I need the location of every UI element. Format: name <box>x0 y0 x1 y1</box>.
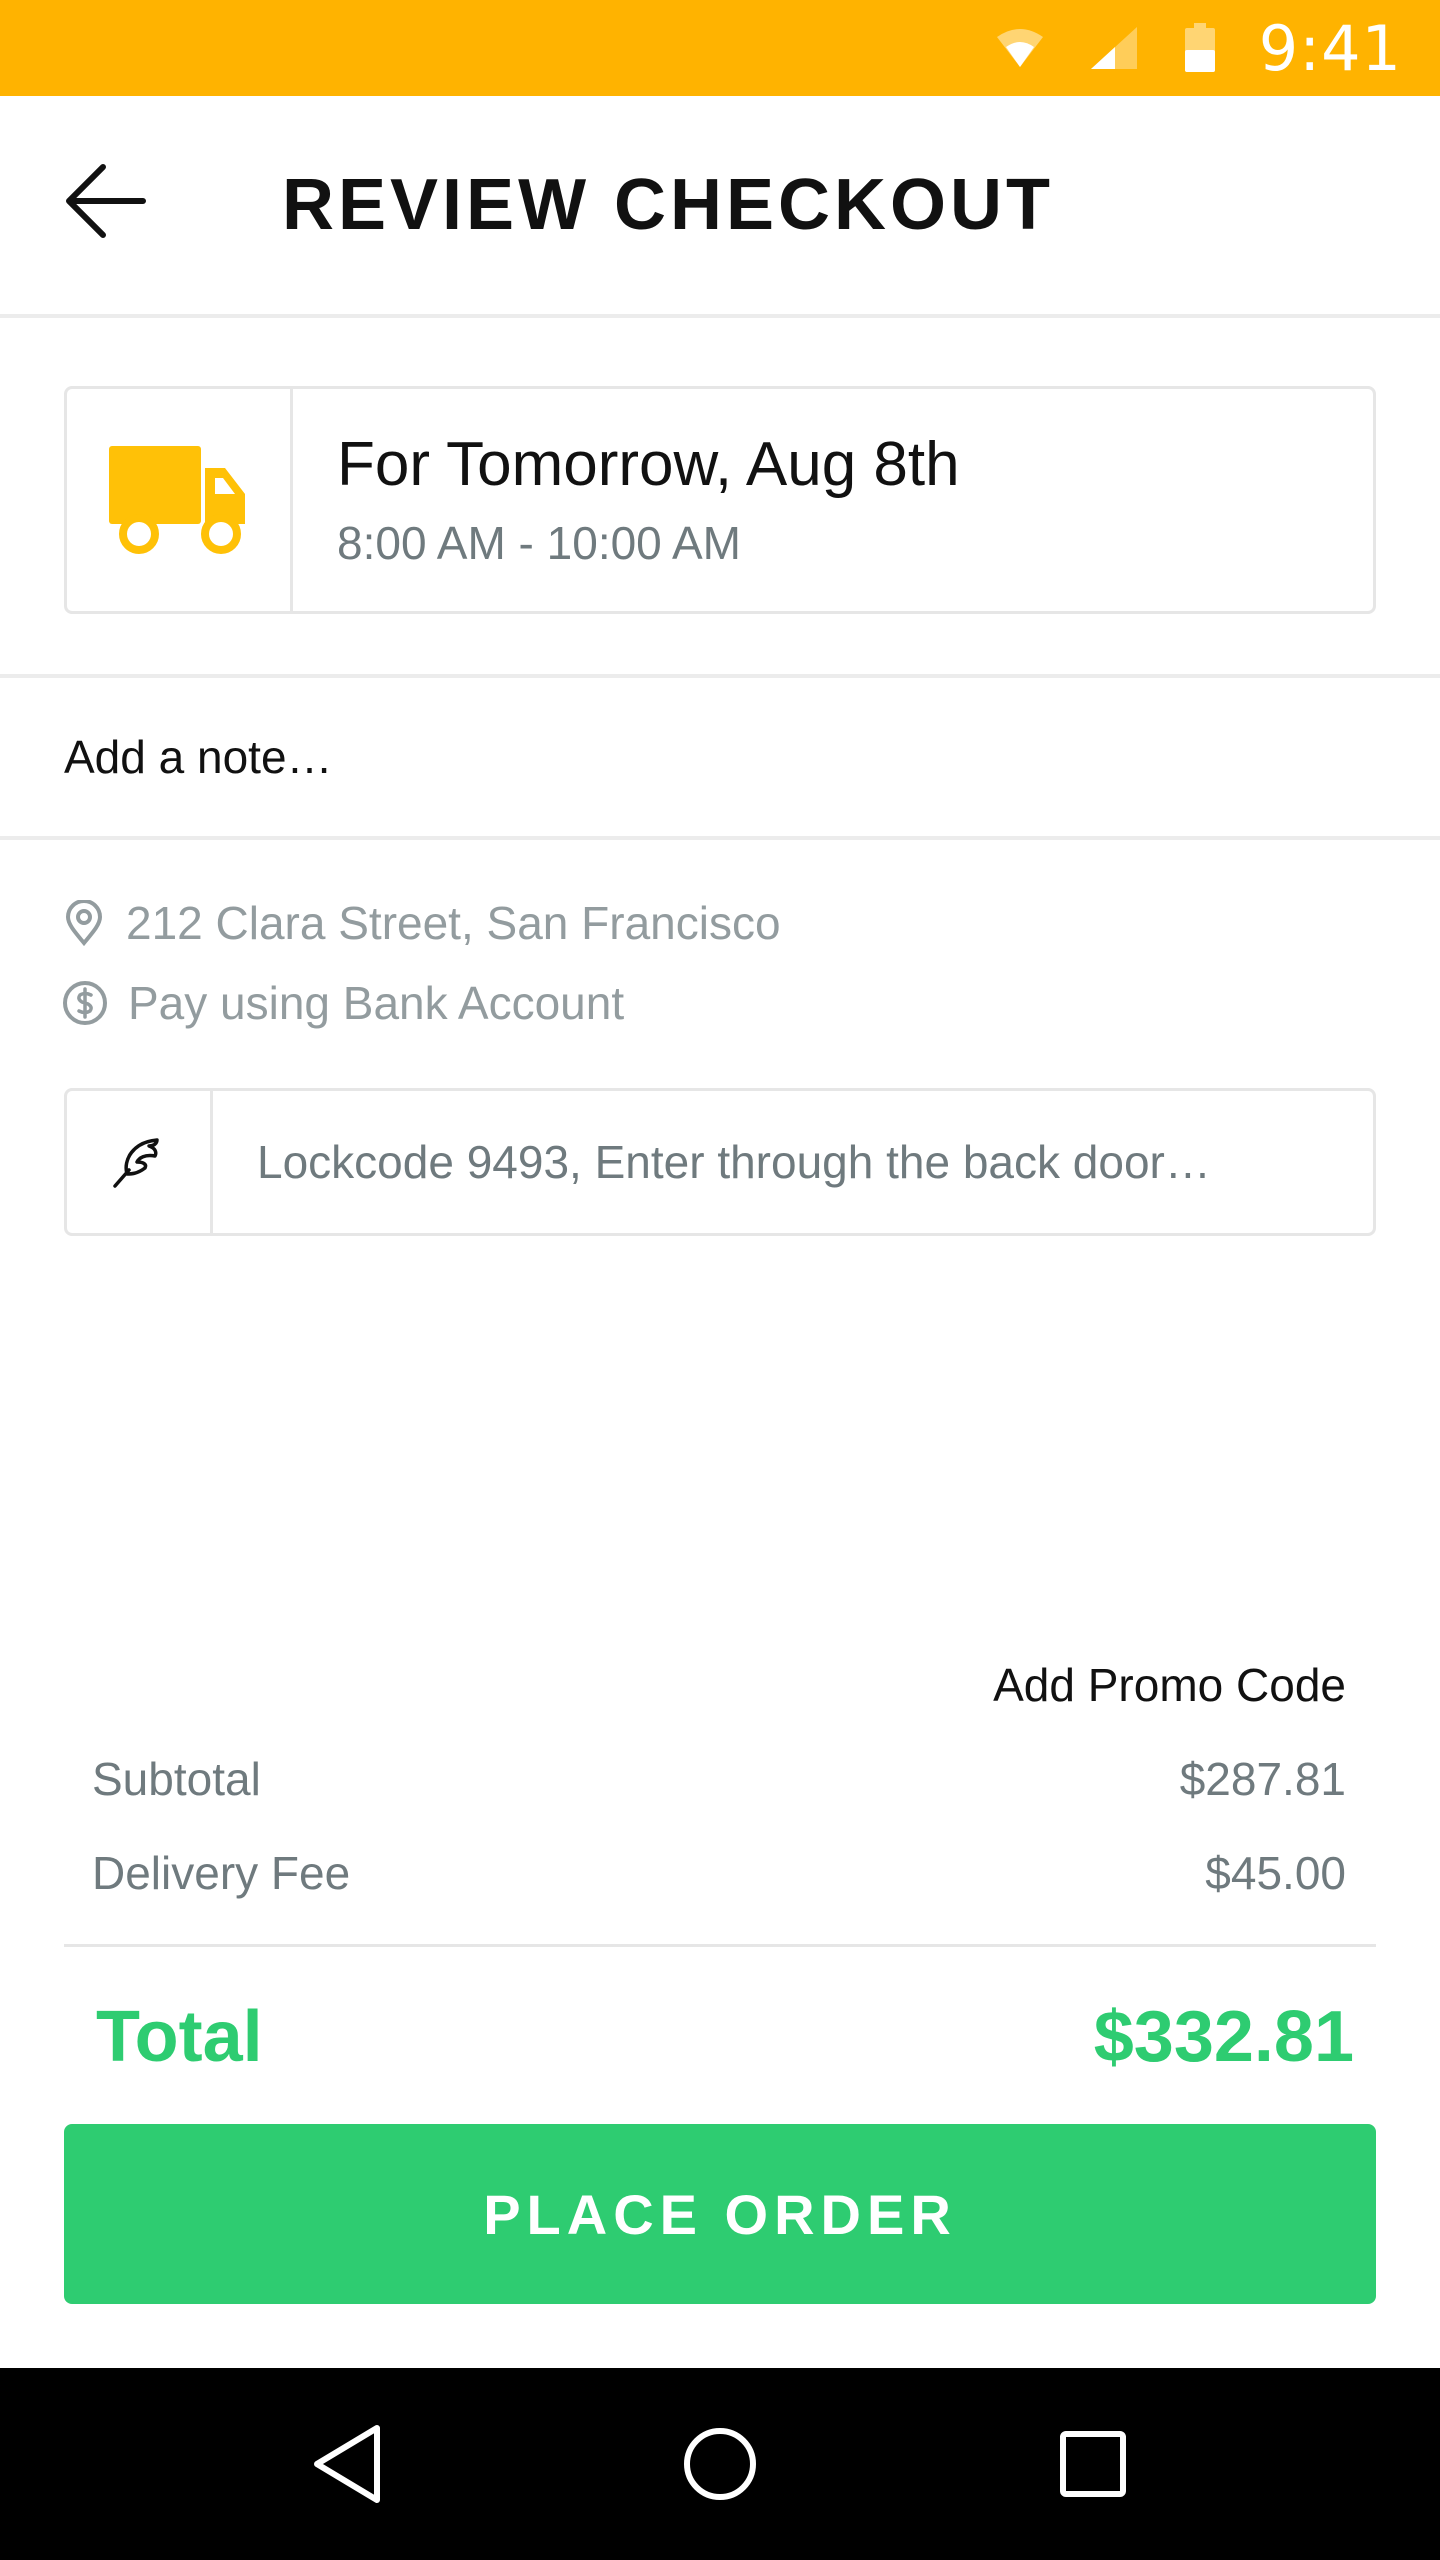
wifi-icon <box>995 27 1045 69</box>
delivery-instructions <box>64 1088 1376 1236</box>
total-row: Total $332.81 <box>96 1996 1354 2078</box>
payment-text: Pay using Bank Account <box>128 977 625 1029</box>
back-button[interactable] <box>40 146 170 256</box>
status-bar: 9:41 <box>0 0 1440 96</box>
signal-icon <box>1087 25 1141 71</box>
nav-recents-button[interactable] <box>1033 2404 1153 2524</box>
arrow-left-icon <box>66 164 146 238</box>
delivery-date: For Tomorrow, Aug 8th <box>337 430 960 499</box>
nav-home-button[interactable] <box>660 2404 780 2524</box>
delivery-info: For Tomorrow, Aug 8th 8:00 AM - 10:00 AM <box>293 389 960 611</box>
page-title: REVIEW CHECKOUT <box>282 165 1055 245</box>
dollar-circle-icon <box>63 981 107 1025</box>
location-pin-icon <box>65 900 103 946</box>
add-note-label: Add a note… <box>64 731 333 783</box>
subtotal-row: Subtotal $287.81 <box>92 1752 1346 1806</box>
summary-divider <box>64 1944 1376 1947</box>
feather-icon <box>112 1138 159 1188</box>
delivery-address: 212 Clara Street, San Francisco <box>62 896 781 950</box>
place-order-button[interactable]: PLACE ORDER <box>64 2124 1376 2304</box>
nav-recents-icon <box>1060 2431 1127 2497</box>
subtotal-value: $287.81 <box>1179 1753 1346 1805</box>
nav-back-button[interactable] <box>287 2404 407 2524</box>
delivery-instructions-input[interactable] <box>213 1091 1373 1233</box>
delivery-time-window: 8:00 AM - 10:00 AM <box>337 517 742 569</box>
battery-icon <box>1183 23 1217 73</box>
status-time: 9:41 <box>1258 11 1402 85</box>
nav-back-icon <box>313 2425 380 2503</box>
truck-icon-box <box>67 389 293 611</box>
feather-icon-box <box>67 1091 213 1233</box>
total-label: Total <box>96 1997 263 2077</box>
delivery-fee-label: Delivery Fee <box>92 1847 351 1899</box>
navigation-bar <box>0 2368 1440 2560</box>
total-value: $332.81 <box>1093 1997 1354 2077</box>
add-promo-code-link[interactable]: Add Promo Code <box>993 1658 1346 1712</box>
add-note-field[interactable]: Add a note… <box>0 674 1440 840</box>
subtotal-label: Subtotal <box>92 1753 261 1805</box>
payment-method: Pay using Bank Account <box>62 976 624 1030</box>
truck-icon <box>108 446 245 554</box>
address-text: 212 Clara Street, San Francisco <box>126 897 781 949</box>
delivery-fee-row: Delivery Fee $45.00 <box>92 1846 1346 1900</box>
delivery-card[interactable]: For Tomorrow, Aug 8th 8:00 AM - 10:00 AM <box>64 386 1376 614</box>
nav-home-icon <box>683 2428 756 2500</box>
app-bar: REVIEW CHECKOUT <box>0 96 1440 318</box>
delivery-fee-value: $45.00 <box>1205 1847 1346 1899</box>
